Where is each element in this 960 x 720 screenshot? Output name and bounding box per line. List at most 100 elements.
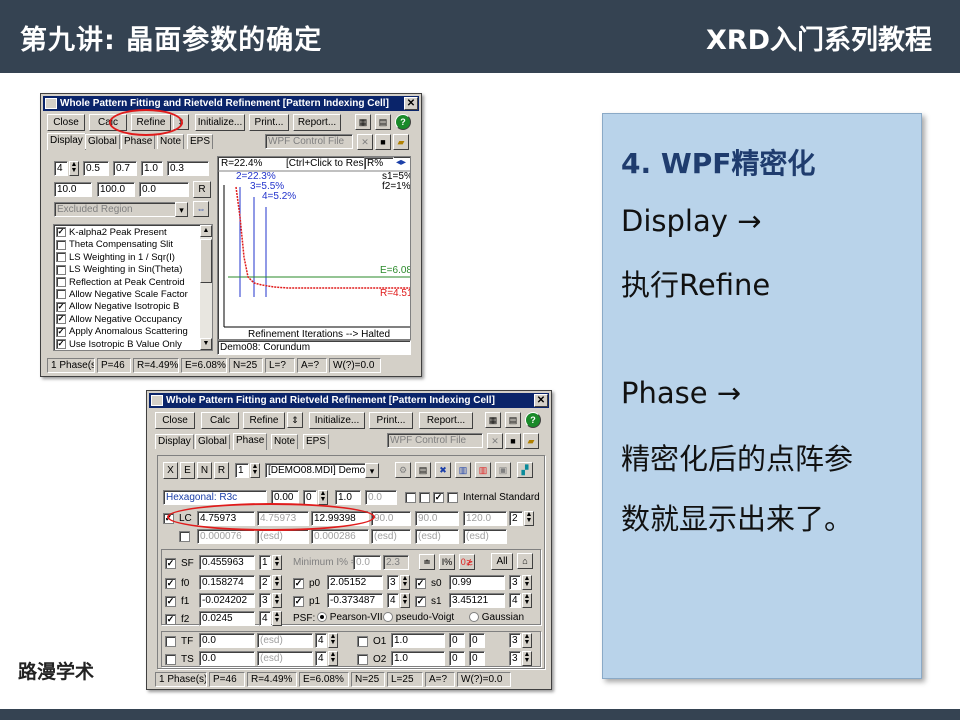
option-checkbox[interactable]: ✓ (56, 339, 66, 350)
param-field-1[interactable]: 4 (54, 161, 68, 176)
phase-x-button[interactable]: X (163, 462, 178, 479)
p-check[interactable]: ✓ (293, 578, 304, 589)
lock-icon[interactable]: ⌂ (517, 553, 533, 569)
scroll-down-icon[interactable]: ▼ (200, 338, 212, 350)
sg-check-3[interactable]: ✓ (433, 492, 444, 503)
close-button[interactable]: Close (47, 114, 85, 131)
control-file-select[interactable]: WPF Control File (387, 433, 483, 448)
p-spinner[interactable]: ▲ ▼ (400, 593, 410, 608)
initialize-button[interactable]: Initialize... (195, 114, 245, 131)
p-value-field[interactable]: 2.05152 (327, 575, 383, 590)
phase-number-field[interactable]: 1 (235, 463, 249, 478)
list-scrollbar[interactable]: ▲ ▼ (200, 225, 212, 350)
report-button[interactable]: Report... (293, 114, 341, 131)
o1-b-field[interactable]: 0 (469, 633, 485, 648)
window-icon[interactable]: ▤ (375, 114, 391, 130)
excluded-dropdown-icon[interactable]: ▾ (175, 202, 188, 217)
o2-check[interactable] (357, 654, 368, 665)
report-button[interactable]: Report... (419, 412, 473, 429)
sg-param-4[interactable]: 0.0 (365, 490, 397, 505)
param-field-2[interactable]: 0.5 (83, 161, 109, 176)
refine-button[interactable]: Refine (243, 412, 285, 429)
esd-check[interactable] (179, 531, 190, 542)
tf-spinner[interactable]: ▲ ▼ (328, 633, 338, 648)
s-count-field[interactable]: 4 (509, 593, 521, 608)
range-reset-button[interactable]: R (193, 181, 211, 198)
param-spinner[interactable]: ▲ ▼ (69, 161, 79, 176)
close-icon[interactable]: ✕ (534, 394, 548, 407)
tab-global[interactable]: Global (195, 434, 230, 449)
option-checkbox[interactable] (56, 289, 66, 300)
phase-tool-4-icon[interactable]: ▥ (455, 462, 471, 478)
range-step-field[interactable]: 0.0 (139, 182, 189, 197)
f-check[interactable]: ✓ (165, 578, 176, 589)
open-folder-icon[interactable]: ▰ (393, 134, 409, 150)
o2-b-field[interactable]: 0 (469, 651, 485, 666)
s-spinner[interactable]: ▲ ▼ (522, 575, 532, 590)
ts-check[interactable] (165, 654, 176, 665)
s-check[interactable]: ✓ (415, 596, 426, 607)
tab-display[interactable]: Display (155, 434, 194, 449)
p-count-field[interactable]: 4 (387, 593, 399, 608)
option-item[interactable]: ✓ Apply Anomalous Scattering (56, 326, 188, 337)
o2-count-field[interactable]: 3 (509, 651, 521, 666)
f-count-field[interactable]: 2 (259, 575, 271, 590)
clear-icon[interactable]: ✕ (487, 433, 503, 449)
f-spinner[interactable]: ▲ ▼ (272, 593, 282, 608)
psf-voigt-option[interactable]: pseudo-Voigt (383, 612, 454, 623)
o1-check[interactable] (357, 636, 368, 647)
option-item[interactable]: ✓ Allow Negative Isotropic B (56, 301, 179, 312)
o2-field[interactable]: 1.0 (391, 651, 445, 666)
option-item[interactable]: ✓ K-alpha2 Peak Present (56, 227, 167, 238)
phase-n-button[interactable]: N (197, 462, 212, 479)
ts-count-field[interactable]: 4 (315, 651, 327, 666)
psf-pearson-option[interactable]: Pearson-VII (317, 612, 383, 623)
phase-number-spinner[interactable]: ▲ ▼ (250, 463, 260, 478)
r-select[interactable]: R% (364, 157, 394, 170)
lattice-gamma-field[interactable]: 120.0 (463, 511, 507, 526)
tab-eps[interactable]: EPS (303, 434, 330, 449)
phase-tool-2-icon[interactable]: ▤ (415, 462, 431, 478)
f-value-field[interactable]: 0.0245 (199, 611, 255, 626)
tab-eps[interactable]: EPS (187, 134, 214, 149)
open-folder-icon[interactable]: ▰ (523, 433, 539, 449)
help-icon[interactable]: ? (395, 114, 411, 130)
lattice-alpha-field[interactable]: 90.0 (371, 511, 411, 526)
lattice-beta-field[interactable]: 90.0 (415, 511, 459, 526)
minimum-tool-1-icon[interactable]: ≐ (419, 554, 435, 570)
tf-field[interactable]: 0.0 (199, 633, 255, 648)
s-spinner[interactable]: ▲ ▼ (522, 593, 532, 608)
f-spinner[interactable]: ▲ ▼ (272, 575, 282, 590)
grid-icon[interactable]: ▦ (355, 114, 371, 130)
sg-check-1[interactable] (405, 492, 416, 503)
tab-display[interactable]: Display (47, 133, 86, 150)
lc-spinner[interactable]: ▲ ▼ (524, 511, 534, 526)
help-icon[interactable]: ? (525, 412, 541, 428)
ts-spinner[interactable]: ▲ ▼ (328, 651, 338, 666)
phase-r-button[interactable]: R (214, 462, 229, 479)
option-item[interactable]: LS Weighting in 1 / Sqr(I) (56, 252, 175, 263)
psf-pearson-radio[interactable] (317, 612, 327, 623)
tab-global[interactable]: Global (85, 134, 120, 149)
s-count-field[interactable]: 3 (509, 575, 521, 590)
sf-spinner[interactable]: ▲ ▼ (272, 555, 282, 570)
option-item[interactable]: ✓ Use Isotropic B Value Only (56, 339, 182, 350)
f-count-field[interactable]: 4 (259, 611, 271, 626)
option-checkbox[interactable] (56, 239, 66, 250)
o1-field[interactable]: 1.0 (391, 633, 445, 648)
minimum-tool-2-icon[interactable]: I% (439, 554, 455, 570)
scroll-up-icon[interactable]: ▲ (200, 225, 212, 237)
tab-phase[interactable]: Phase (233, 433, 268, 450)
initialize-button[interactable]: Initialize... (309, 412, 365, 429)
f-count-field[interactable]: 3 (259, 593, 271, 608)
tf-check[interactable] (165, 636, 176, 647)
excluded-region-select[interactable]: Excluded Region (54, 202, 188, 217)
psf-gaussian-radio[interactable] (469, 612, 479, 623)
f-spinner[interactable]: ▲ ▼ (272, 611, 282, 626)
option-item[interactable]: LS Weighting in Sin(Theta) (56, 264, 182, 275)
p-check[interactable]: ✓ (293, 596, 304, 607)
psf-gaussian-option[interactable]: Gaussian (469, 612, 524, 623)
clear-icon[interactable]: ✕ (357, 134, 373, 150)
phase-file-select[interactable]: [DEMO08.MDI] Demo (265, 463, 379, 478)
options-list[interactable]: ✓ K-alpha2 Peak Present Theta Compensating… (53, 224, 213, 351)
